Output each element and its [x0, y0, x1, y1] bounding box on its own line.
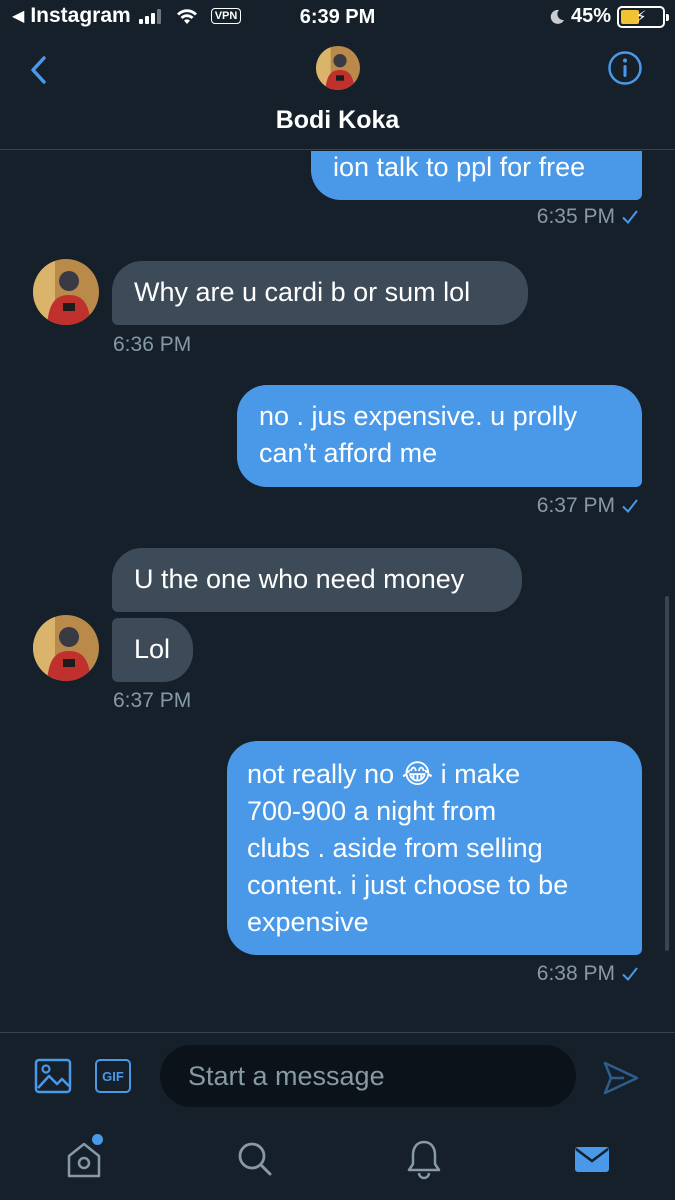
- incoming-message[interactable]: U the one who need money: [112, 548, 522, 612]
- read-check-icon: [622, 210, 638, 225]
- read-check-icon: [622, 499, 638, 514]
- message-input[interactable]: [160, 1045, 576, 1107]
- battery-nub: [666, 13, 669, 21]
- scrollbar[interactable]: [665, 596, 669, 951]
- timestamp-text: 6:38 PM: [536, 962, 615, 985]
- bottom-tab-bar: [0, 1120, 675, 1200]
- info-icon[interactable]: [607, 50, 643, 86]
- battery-icon: ⚡: [617, 5, 669, 28]
- battery-percent: 45%: [570, 5, 611, 27]
- message-composer: GIF: [0, 1032, 675, 1120]
- message-timestamp: 6:35 PM: [537, 205, 639, 229]
- message-timestamp: 6:36 PM: [113, 333, 191, 357]
- gif-button[interactable]: GIF: [95, 1059, 131, 1093]
- timestamp-text: 6:36 PM: [113, 333, 192, 356]
- image-icon[interactable]: [34, 1058, 72, 1094]
- timestamp-text: 6:37 PM: [536, 494, 615, 517]
- sender-avatar[interactable]: [33, 615, 99, 681]
- contact-name[interactable]: Bodi Koka: [0, 106, 675, 135]
- message-text: expensive: [247, 907, 369, 937]
- contact-avatar[interactable]: [316, 46, 360, 90]
- gif-label: GIF: [102, 1068, 124, 1084]
- message-thread[interactable]: ion talk to ppl for free 6:35 PM Why are…: [0, 151, 675, 1031]
- message-text: Lol: [134, 634, 171, 664]
- message-text: U the one who need money: [134, 564, 465, 594]
- status-bar: ◀ Instagram VPN 6:39 PM 45% ⚡: [0, 0, 675, 34]
- message-text: Why are u cardi b or sum lol: [134, 277, 471, 307]
- timestamp-text: 6:35 PM: [536, 205, 615, 228]
- message-timestamp: 6:37 PM: [113, 689, 191, 713]
- message-text: clubs . aside from selling: [247, 833, 543, 863]
- charging-bolt-icon: ⚡: [635, 8, 647, 26]
- message-text: 700-900 a night from: [247, 796, 497, 826]
- outgoing-message[interactable]: no . jus expensive. u prolly can’t affor…: [237, 385, 642, 487]
- sender-avatar[interactable]: [33, 259, 99, 325]
- message-text: no . jus expensive. u prolly: [259, 401, 578, 431]
- home-notification-dot: [92, 1134, 103, 1145]
- message-timestamp: 6:37 PM: [537, 494, 639, 518]
- message-timestamp: 6:38 PM: [537, 962, 639, 986]
- status-bar-right: 45% ⚡: [549, 5, 669, 28]
- conversation-header: Bodi Koka: [0, 34, 675, 150]
- timestamp-text: 6:37 PM: [113, 689, 192, 712]
- message-text: content. i just choose to be: [247, 870, 569, 900]
- chevron-left-icon[interactable]: [24, 52, 54, 88]
- read-check-icon: [622, 967, 638, 982]
- bell-icon[interactable]: [404, 1138, 444, 1180]
- envelope-icon[interactable]: [572, 1138, 612, 1180]
- message-text: can’t afford me: [259, 438, 438, 468]
- do-not-disturb-moon-icon: [550, 9, 564, 24]
- message-text: ion talk to ppl for free: [333, 152, 586, 182]
- incoming-message[interactable]: Lol: [112, 618, 193, 682]
- outgoing-message[interactable]: not really no 😂 i make 700-900 a night f…: [227, 741, 642, 955]
- outgoing-message[interactable]: ion talk to ppl for free: [311, 151, 642, 200]
- send-icon[interactable]: [602, 1059, 640, 1097]
- search-icon[interactable]: [235, 1138, 275, 1180]
- message-text: not really no 😂 i make: [247, 759, 521, 789]
- incoming-message[interactable]: Why are u cardi b or sum lol: [112, 261, 528, 325]
